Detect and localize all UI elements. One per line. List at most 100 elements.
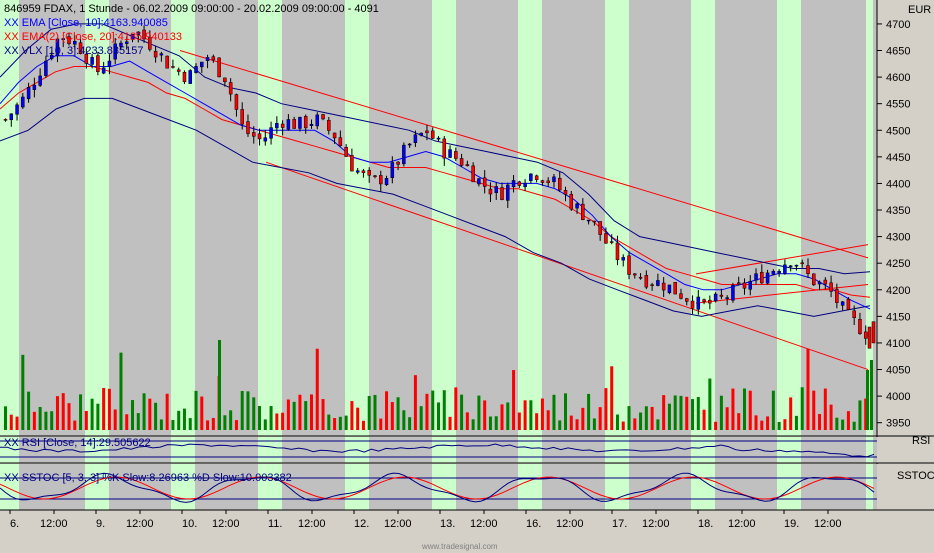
- candle-body: [685, 298, 689, 302]
- time-tick-label: 19.: [784, 518, 799, 530]
- candle-body: [708, 299, 712, 304]
- candle-body: [609, 241, 614, 243]
- candle-body: [159, 53, 164, 56]
- volume-bar: [771, 390, 775, 430]
- candle-body: [407, 143, 412, 146]
- candle-body: [852, 310, 856, 318]
- candle-body: [165, 55, 169, 69]
- volume-bar: [263, 419, 267, 430]
- volume-bar: [760, 420, 764, 430]
- candle-body: [390, 162, 395, 178]
- rsi-title: RSI: [912, 435, 930, 447]
- candle-body: [454, 151, 458, 159]
- volume-bar: [408, 417, 412, 430]
- session-band: [518, 0, 542, 436]
- volume-bar: [367, 396, 371, 430]
- candle-body: [638, 276, 643, 279]
- volume-bar: [852, 421, 856, 430]
- price-tick-label: 4450: [886, 152, 910, 164]
- volume-bar: [171, 419, 175, 430]
- candle-body: [442, 138, 447, 159]
- volume-bar: [708, 378, 712, 430]
- candle-body: [396, 161, 400, 165]
- volume-bar: [610, 366, 614, 430]
- candle-body: [771, 270, 776, 275]
- volume-bar: [835, 417, 839, 430]
- candle-body: [488, 188, 493, 195]
- candle-body: [506, 184, 510, 201]
- candle-body: [26, 87, 31, 100]
- volume-bar: [685, 396, 689, 430]
- price-tick-label: 4650: [886, 46, 910, 58]
- price-tick-label: 4300: [886, 232, 910, 244]
- volume-bar: [719, 395, 723, 430]
- candle-body: [627, 255, 631, 275]
- candle-body: [494, 186, 498, 193]
- candle-body: [275, 123, 279, 129]
- volume-bar: [125, 414, 129, 430]
- volume-bar: [633, 418, 637, 430]
- candle-body: [309, 123, 314, 126]
- candle-body: [471, 165, 475, 183]
- candle-body: [315, 114, 320, 127]
- volume-bar: [131, 400, 135, 430]
- volume-bar: [148, 398, 152, 430]
- volume-bar: [598, 407, 602, 430]
- candle-body: [402, 144, 406, 165]
- candle-body: [760, 271, 764, 284]
- volume-bar: [471, 419, 475, 430]
- candle-body: [871, 321, 876, 344]
- candle-body: [667, 284, 672, 293]
- volume-bar: [292, 401, 296, 430]
- volume-bar: [206, 420, 210, 430]
- candle-body: [171, 66, 175, 68]
- price-tick-label: 4200: [886, 285, 910, 297]
- volume-bar: [523, 400, 527, 430]
- candle-body: [748, 281, 753, 290]
- candle-body: [211, 56, 216, 61]
- candle-body: [9, 113, 14, 121]
- candle-body: [731, 285, 735, 301]
- volume-bar: [866, 370, 869, 430]
- volume-bar: [373, 394, 377, 430]
- volume-bar: [356, 407, 360, 430]
- volume-bar: [841, 419, 845, 430]
- volume-bar: [552, 394, 556, 430]
- volume-bar: [177, 410, 181, 430]
- candle-body: [246, 121, 250, 134]
- candle-body: [292, 119, 296, 129]
- currency-label: EUR: [908, 4, 931, 16]
- volume-bar: [425, 393, 429, 430]
- candle-body: [581, 203, 585, 220]
- candle-body: [650, 284, 654, 286]
- price-tick-label: 4350: [886, 205, 910, 217]
- volume-bar: [344, 415, 348, 430]
- candle-body: [661, 282, 666, 291]
- candle-body: [812, 273, 816, 286]
- volume-bar: [50, 411, 54, 430]
- volume-bar: [829, 404, 833, 430]
- price-tick-label: 4000: [886, 391, 910, 403]
- price-tick-label: 4700: [886, 19, 910, 31]
- time-tick-label: 12:00: [814, 518, 842, 530]
- candle-body: [858, 318, 862, 334]
- candle-body: [430, 130, 435, 139]
- candle-body: [321, 114, 325, 120]
- volume-bar: [431, 390, 435, 430]
- candle-body: [592, 220, 597, 223]
- volume-bar: [800, 387, 804, 430]
- volume-bar: [269, 406, 273, 430]
- candle-body: [194, 66, 198, 73]
- volume-bar: [350, 401, 354, 430]
- candle-body: [615, 242, 620, 260]
- volume-bar: [96, 403, 100, 430]
- candle-body: [176, 69, 181, 72]
- candle-body: [765, 272, 770, 284]
- volume-bar: [454, 387, 458, 430]
- volume-bar: [304, 401, 308, 430]
- candle-body: [21, 96, 25, 108]
- candle-body: [719, 294, 724, 297]
- candle-body: [101, 67, 106, 74]
- candle-body: [800, 262, 804, 265]
- volume-bar: [702, 409, 706, 430]
